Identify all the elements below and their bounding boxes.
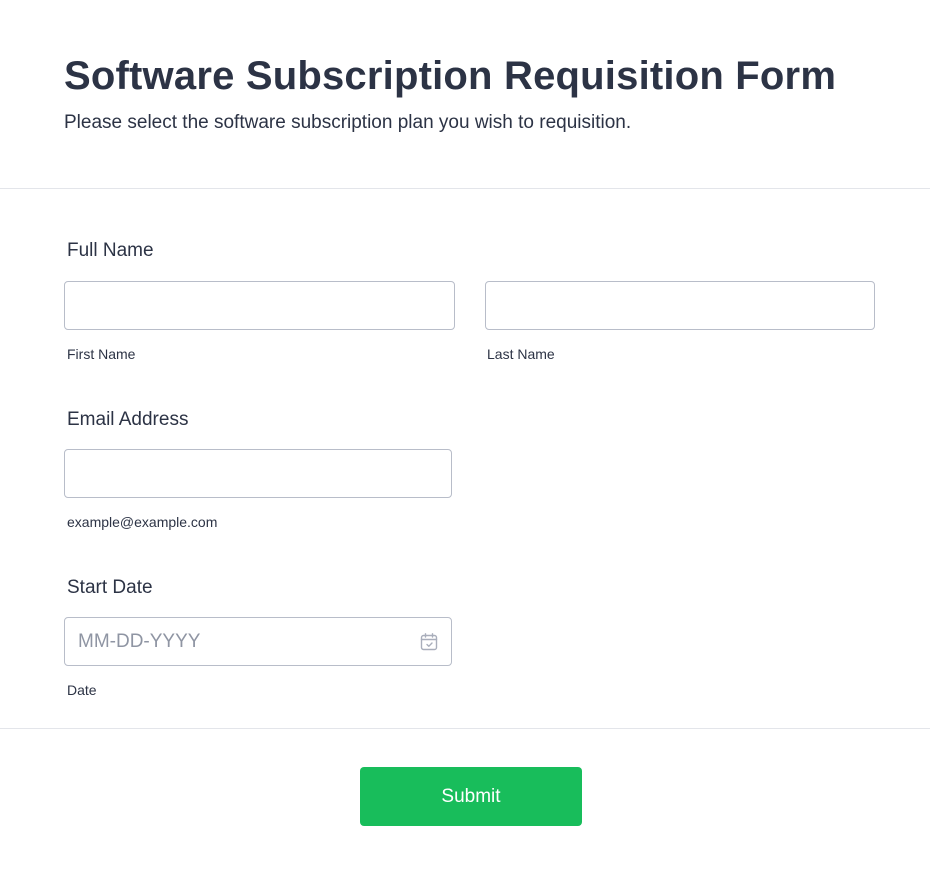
first-name-sublabel: First Name bbox=[67, 346, 136, 362]
calendar-icon[interactable] bbox=[419, 632, 439, 652]
form-header: Software Subscription Requisition Form P… bbox=[0, 0, 930, 189]
first-name-input[interactable] bbox=[64, 281, 455, 330]
start-date-input[interactable] bbox=[64, 617, 452, 666]
email-label: Email Address bbox=[67, 409, 189, 430]
full-name-label: Full Name bbox=[67, 240, 154, 261]
form-title: Software Subscription Requisition Form bbox=[64, 54, 837, 98]
email-input[interactable] bbox=[64, 449, 452, 498]
last-name-input[interactable] bbox=[485, 281, 875, 330]
form-subtitle: Please select the software subscription … bbox=[64, 112, 632, 133]
start-date-label: Start Date bbox=[67, 577, 153, 598]
footer-divider bbox=[0, 728, 930, 729]
last-name-sublabel: Last Name bbox=[487, 346, 555, 362]
form-card: Software Subscription Requisition Form P… bbox=[0, 0, 930, 876]
email-sublabel: example@example.com bbox=[67, 514, 218, 530]
start-date-sublabel: Date bbox=[67, 682, 97, 698]
submit-button[interactable]: Submit bbox=[360, 767, 582, 826]
